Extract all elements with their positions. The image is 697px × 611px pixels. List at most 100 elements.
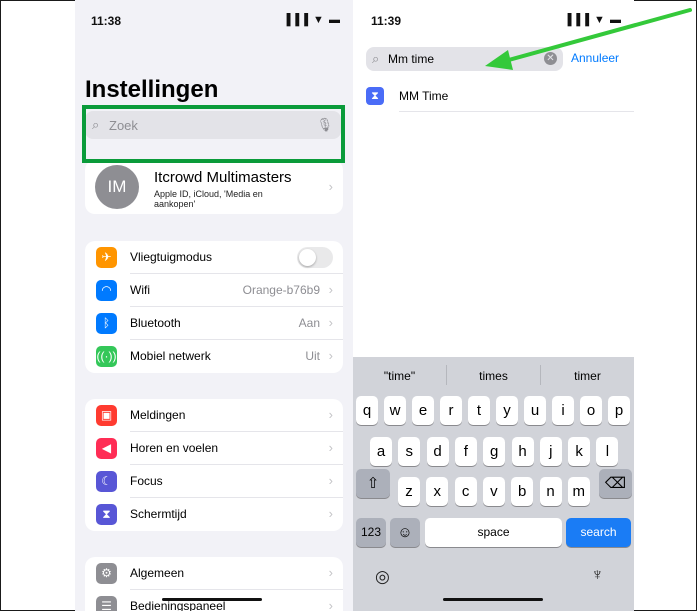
settings-row-label: Vliegtuigmodus (130, 250, 213, 264)
notifications-group: ▣ Meldingen › ◀ Horen en voelen › ☾ Focus › ⧗ Sche… (85, 399, 343, 531)
settings-row-schermtijd[interactable]: ⧗ Schermtijd › (85, 498, 343, 531)
notifications-icon: ▣ (96, 405, 117, 426)
suggestion-3[interactable]: timer (541, 369, 634, 383)
microphone-icon[interactable]: ♆ (591, 565, 604, 585)
chevron-right-icon: › (328, 473, 333, 488)
settings-row-label: Wifi (130, 283, 150, 297)
sound-icon: ◀ (96, 438, 117, 459)
settings-row-value: Orange-b76b9 (242, 283, 320, 297)
key-v[interactable]: v (482, 477, 505, 506)
key-z[interactable]: z (398, 477, 420, 506)
status-icons: ▐▐▐ ▼ ▬ (282, 14, 341, 26)
key-h[interactable]: h (511, 437, 534, 466)
key-k[interactable]: k (568, 437, 591, 466)
key-y[interactable]: y (496, 396, 518, 425)
key-b[interactable]: b (511, 477, 534, 506)
key-o[interactable]: o (580, 396, 602, 425)
chevron-right-icon: › (328, 179, 333, 194)
settings-row-label: Focus (130, 474, 163, 488)
avatar: IM (95, 165, 139, 209)
delete-key[interactable]: ⌫ (599, 469, 632, 498)
suggestion-1[interactable]: "time" (353, 369, 446, 383)
key-f[interactable]: f (454, 437, 477, 466)
globe-icon[interactable]: ◎ (375, 567, 390, 587)
page-title: Instellingen (85, 76, 219, 103)
key-i[interactable]: i (552, 396, 574, 425)
search-result-mm-time[interactable]: ⧗ MM Time (366, 84, 634, 112)
status-bar: 11:39 ▐▐▐ ▼ ▬ (371, 14, 622, 30)
settings-row-value: Uit (305, 349, 320, 363)
key-w[interactable]: w (384, 396, 406, 425)
profile-card[interactable]: IM Itcrowd Multimasters Apple ID, iCloud… (85, 160, 343, 214)
settings-row-label: Bluetooth (130, 316, 181, 330)
settings-row-bluetooth[interactable]: ᛒ Bluetooth Aan › (85, 307, 343, 340)
chevron-right-icon: › (328, 407, 333, 422)
status-bar: 11:38 ▐▐▐ ▼ ▬ (91, 14, 341, 30)
key-p[interactable]: p (608, 396, 630, 425)
clear-icon[interactable]: ✕ (544, 52, 557, 65)
search-value: Mm time (388, 52, 434, 66)
highlight-box (82, 105, 345, 163)
home-indicator (162, 598, 262, 601)
settings-row-label: Schermtijd (130, 507, 187, 521)
settings-row-vliegtuigmodus[interactable]: ✈ Vliegtuigmodus (85, 241, 343, 274)
settings-row-wifi[interactable]: ◠ Wifi Orange-b76b9 › (85, 274, 343, 307)
key-m[interactable]: m (567, 477, 590, 506)
key-u[interactable]: u (524, 396, 546, 425)
airplane-icon: ✈ (96, 247, 117, 268)
chevron-right-icon: › (328, 565, 333, 580)
settings-row-focus[interactable]: ☾ Focus › (85, 465, 343, 498)
settings-row-algemeen[interactable]: ⚙ Algemeen › (85, 557, 343, 590)
key-c[interactable]: c (454, 477, 477, 506)
bluetooth-icon: ᛒ (96, 313, 117, 334)
key-l[interactable]: l (596, 437, 619, 466)
focus-moon-icon: ☾ (96, 471, 117, 492)
chevron-right-icon: › (328, 348, 333, 363)
chevron-right-icon: › (328, 315, 333, 330)
key-r[interactable]: r (440, 396, 462, 425)
search-input[interactable]: ⌕ Mm time ✕ (366, 47, 563, 71)
settings-row-meldingen[interactable]: ▣ Meldingen › (85, 399, 343, 432)
cancel-button[interactable]: Annuleer (571, 51, 619, 65)
profile-subtitle: Apple ID, iCloud, 'Media en aankopen' (154, 189, 263, 209)
suggestion-2[interactable]: times (447, 369, 540, 383)
chevron-right-icon: › (328, 282, 333, 297)
status-time: 11:38 (91, 14, 122, 28)
keyboard: "time" times timer ⇧ ⌫ 123 ☺ space searc… (353, 357, 634, 611)
key-j[interactable]: j (539, 437, 562, 466)
divider (399, 111, 634, 112)
wifi-icon: ◠ (96, 280, 117, 301)
screentime-hourglass-icon: ⧗ (96, 504, 117, 525)
connectivity-group: ✈ Vliegtuigmodus ◠ Wifi Orange-b76b9 › ᛒ Blueto… (85, 241, 343, 373)
airplane-mode-toggle[interactable] (297, 247, 333, 268)
search-key[interactable]: search (566, 518, 631, 547)
settings-row-value: Aan (298, 316, 320, 330)
shift-key[interactable]: ⇧ (356, 469, 390, 498)
key-a[interactable]: a (370, 437, 392, 466)
chevron-right-icon: › (328, 598, 333, 611)
key-e[interactable]: e (412, 396, 434, 425)
emoji-icon[interactable]: ☺ (390, 518, 420, 547)
key-n[interactable]: n (539, 477, 562, 506)
key-x[interactable]: x (426, 477, 449, 506)
settings-row-label: Horen en voelen (130, 441, 219, 455)
chevron-right-icon: › (328, 506, 333, 521)
profile-name: Itcrowd Multimasters (154, 169, 292, 186)
key-d[interactable]: d (426, 437, 449, 466)
control-center-icon: ☰ (96, 596, 117, 611)
settings-row-mobiel-netwerk[interactable]: ((·)) Mobiel netwerk Uit › (85, 340, 343, 373)
general-group: ⚙ Algemeen › ☰ Bedieningspaneel › (85, 557, 343, 611)
settings-row-horen-en-voelen[interactable]: ◀ Horen en voelen › (85, 432, 343, 465)
numbers-key[interactable]: 123 (356, 518, 386, 547)
key-g[interactable]: g (483, 437, 506, 466)
cellular-icon: ((·)) (96, 346, 117, 367)
search-results-screen: 11:39 ▐▐▐ ▼ ▬ ⌕ Mm time ✕ Annuleer ⧗ MM … (353, 0, 634, 611)
toggle-knob (299, 249, 316, 266)
search-icon: ⌕ (372, 51, 380, 66)
settings-screen: 11:38 ▐▐▐ ▼ ▬ Instellingen ⌕ Zoek 🎙︎ IM … (75, 0, 353, 611)
key-t[interactable]: t (468, 396, 490, 425)
space-key[interactable]: space (425, 518, 562, 547)
home-indicator (443, 598, 543, 601)
key-q[interactable]: q (356, 396, 378, 425)
key-s[interactable]: s (398, 437, 421, 466)
